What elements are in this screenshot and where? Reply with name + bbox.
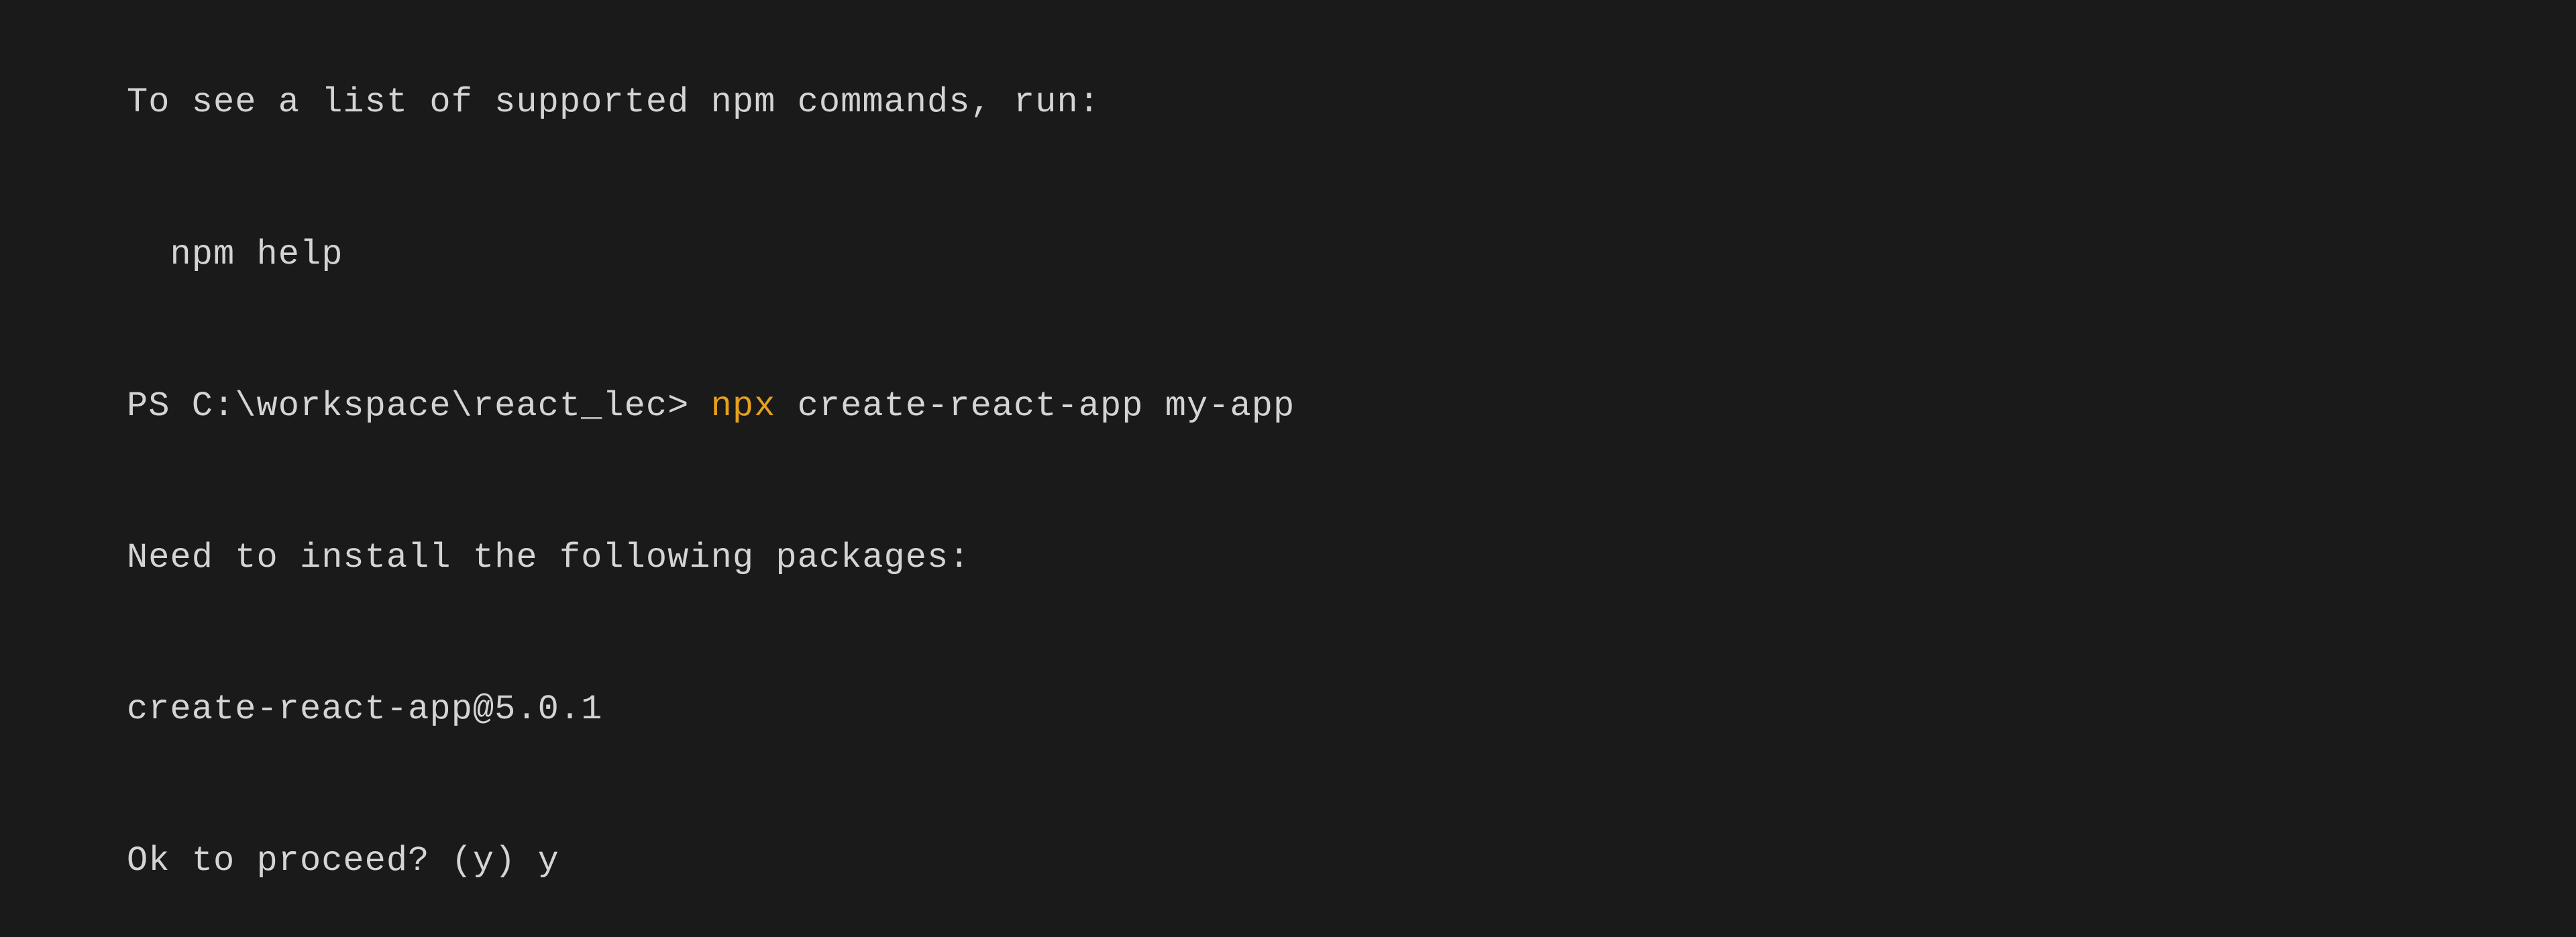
- line3-prompt: PS C:\workspace\react_lec>: [127, 386, 711, 426]
- terminal-line-4: Need to install the following packages:: [40, 482, 2536, 634]
- terminal-window: To see a list of supported npm commands,…: [0, 0, 2576, 569]
- terminal-line-1: To see a list of supported npm commands,…: [40, 27, 2536, 178]
- terminal-line-2: npm help: [40, 178, 2536, 330]
- line6-text: Ok to proceed? (y) y: [127, 841, 559, 881]
- line5-text: create-react-app@5.0.1: [127, 690, 602, 729]
- terminal-line-3: PS C:\workspace\react_lec> npx create-re…: [40, 330, 2536, 482]
- line3-npx: npx: [711, 386, 776, 426]
- terminal-line-5: create-react-app@5.0.1: [40, 634, 2536, 785]
- line2-text: npm help: [127, 235, 343, 274]
- line3-command: create-react-app my-app: [775, 386, 1295, 426]
- line4-text: Need to install the following packages:: [127, 538, 971, 577]
- terminal-line-6: Ok to proceed? (y) y: [40, 785, 2536, 937]
- line1-text: To see a list of supported npm commands,…: [127, 82, 1100, 122]
